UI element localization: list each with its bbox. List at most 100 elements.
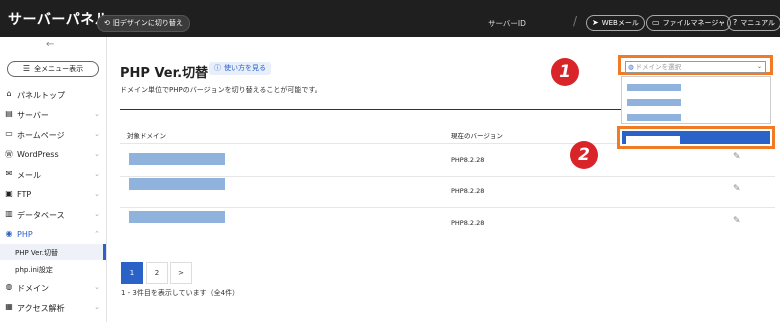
row-divider — [120, 207, 775, 208]
home-icon: ⌂ — [6, 89, 12, 98]
wordpress-icon: Ⓦ — [5, 150, 13, 159]
redacted-domain — [626, 136, 680, 144]
top-bar: サーバーパネル ⟲ 旧デザインに切り替え サーバーID / ➤ WEBメール ▭… — [0, 0, 780, 37]
domain-select-placeholder: ドメインを選択 — [635, 63, 682, 71]
chevron-down-icon: ⌄ — [94, 210, 100, 218]
step-2-badge: 2 — [570, 141, 598, 169]
sidebar-item-label: サーバー — [17, 111, 49, 120]
webmail-label: WEBメール — [601, 19, 639, 27]
redacted-domain — [129, 211, 225, 223]
file-manager-label: ファイルマネージャ — [662, 19, 726, 27]
edit-pencil-icon[interactable]: ✎ — [733, 152, 741, 162]
sidebar-item-panel-top[interactable]: ⌂ パネルトップ — [0, 86, 106, 104]
domain-select-field[interactable]: ◍ ドメインを選択 ⌄ — [625, 61, 766, 73]
column-header-version: 現在のバージョン — [451, 132, 503, 140]
sidebar-item-database[interactable]: ▥ データベース ⌄ — [0, 206, 106, 224]
sidebar-subitem-php-ini[interactable]: php.ini設定 — [0, 261, 106, 277]
page-title: PHP Ver.切替 — [120, 66, 209, 81]
column-header-domain: 対象ドメイン — [127, 132, 166, 140]
server-id-label: サーバーID — [488, 19, 526, 28]
domain-select[interactable]: ◍ ドメインを選択 ⌄ — [618, 55, 773, 75]
sidebar-item-wordpress[interactable]: Ⓦ WordPress ⌄ — [0, 146, 106, 164]
server-icon: ▤ — [5, 109, 13, 118]
sidebar: ← ☰ 全メニュー表示 ⌂ パネルトップ ▤ サーバー ⌄ ▭ ホームページ ⌄ … — [0, 37, 107, 322]
send-icon: ➤ — [592, 18, 599, 27]
result-count: 1 - 3件目を表示しています（全4件） — [121, 289, 240, 297]
brand-title[interactable]: サーバーパネル — [8, 9, 109, 29]
sidebar-item-php[interactable]: ◉ PHP ⌃ — [0, 226, 106, 244]
sidebar-item-ftp[interactable]: ▣ FTP ⌄ — [0, 186, 106, 204]
sidebar-item-label: PHP — [17, 230, 33, 239]
chevron-down-icon: ⌄ — [94, 303, 100, 311]
sidebar-item-label: ドメイン — [17, 284, 49, 293]
collapse-arrow-icon[interactable]: ← — [46, 39, 54, 50]
chevron-down-icon: ⌄ — [94, 170, 100, 178]
refresh-icon: ⟲ — [104, 19, 110, 27]
edit-pencil-icon[interactable]: ✎ — [733, 216, 741, 226]
hamburger-icon: ☰ — [22, 64, 31, 73]
domain-options-list — [621, 76, 771, 124]
sidebar-item-label: アクセス解析 — [17, 304, 65, 313]
sidebar-item-label: WordPress — [17, 150, 59, 159]
redacted-domain — [129, 178, 225, 190]
domain-option-highlighted-frame — [617, 126, 775, 149]
old-design-label: 旧デザインに切り替え — [112, 19, 183, 27]
old-design-button[interactable]: ⟲ 旧デザインに切り替え — [97, 15, 190, 32]
chevron-down-icon: ⌄ — [94, 190, 100, 198]
domain-option[interactable] — [627, 114, 681, 121]
sidebar-item-server[interactable]: ▤ サーバー ⌄ — [0, 106, 106, 124]
topbar-separator: / — [573, 14, 578, 28]
page-1-button[interactable]: 1 — [121, 262, 143, 284]
step-1-badge: 1 — [551, 58, 579, 86]
sidebar-item-domain[interactable]: ◍ ドメイン ⌄ — [0, 279, 106, 297]
all-menu-label: 全メニュー表示 — [34, 65, 84, 73]
webmail-button[interactable]: ➤ WEBメール — [586, 15, 645, 31]
domain-option[interactable] — [627, 84, 681, 91]
sidebar-item-homepage[interactable]: ▭ ホームページ ⌄ — [0, 126, 106, 144]
help-icon: ? — [733, 18, 738, 27]
sidebar-item-label: パネルトップ — [17, 91, 65, 100]
sidebar-item-label: ホームページ — [17, 131, 65, 140]
chart-icon: ▦ — [5, 302, 13, 311]
domain-option-selected[interactable] — [622, 131, 770, 144]
version-value: PHP8.2.28 — [451, 156, 485, 164]
file-manager-button[interactable]: ▭ ファイルマネージャ — [646, 15, 732, 31]
sidebar-item-mail[interactable]: ✉ メール ⌄ — [0, 166, 106, 184]
page-2-button[interactable]: 2 — [146, 262, 168, 284]
globe-icon: ◍ — [5, 282, 13, 291]
edit-pencil-icon[interactable]: ✎ — [733, 184, 741, 194]
chevron-down-icon: ⌄ — [94, 110, 100, 118]
window-icon: ▭ — [5, 129, 13, 138]
php-icon: ◉ — [5, 229, 13, 238]
chevron-down-icon: ⌄ — [94, 150, 100, 158]
sidebar-item-label: FTP — [17, 190, 32, 199]
sidebar-subitem-label: php.ini設定 — [15, 266, 53, 274]
globe-icon: ◍ — [628, 63, 634, 71]
database-icon: ▥ — [5, 209, 13, 218]
manual-button[interactable]: ? マニュアル — [727, 15, 780, 31]
howto-button[interactable]: ⓘ 使い方を見る — [209, 62, 271, 75]
chevron-down-icon: ⌄ — [94, 130, 100, 138]
chevron-down-icon: ⌄ — [94, 283, 100, 291]
help-circle-icon: ⓘ — [214, 64, 221, 72]
sidebar-item-label: メール — [17, 171, 41, 180]
version-value: PHP8.2.28 — [451, 219, 485, 227]
manual-label: マニュアル — [740, 19, 776, 27]
version-value: PHP8.2.28 — [451, 187, 485, 195]
next-page-button[interactable]: > — [170, 262, 192, 284]
chevron-up-icon: ⌃ — [94, 230, 100, 238]
domain-option[interactable] — [627, 99, 681, 106]
sidebar-item-label: データベース — [17, 211, 65, 220]
monitor-icon: ▣ — [5, 189, 13, 198]
all-menu-button[interactable]: ☰ 全メニュー表示 — [7, 61, 99, 77]
page-description: ドメイン単位でPHPのバージョンを切り替えることが可能です。 — [120, 86, 322, 94]
row-divider — [120, 176, 775, 177]
sidebar-item-access-analysis[interactable]: ▦ アクセス解析 ⌄ — [0, 299, 106, 317]
sidebar-subitem-label: PHP Ver.切替 — [15, 249, 58, 257]
chevron-down-icon: ⌄ — [756, 63, 762, 70]
howto-label: 使い方を見る — [224, 64, 266, 72]
redacted-domain — [129, 153, 225, 165]
divider — [120, 109, 625, 110]
sidebar-subitem-php-version[interactable]: PHP Ver.切替 — [0, 244, 106, 260]
folder-icon: ▭ — [652, 18, 660, 27]
